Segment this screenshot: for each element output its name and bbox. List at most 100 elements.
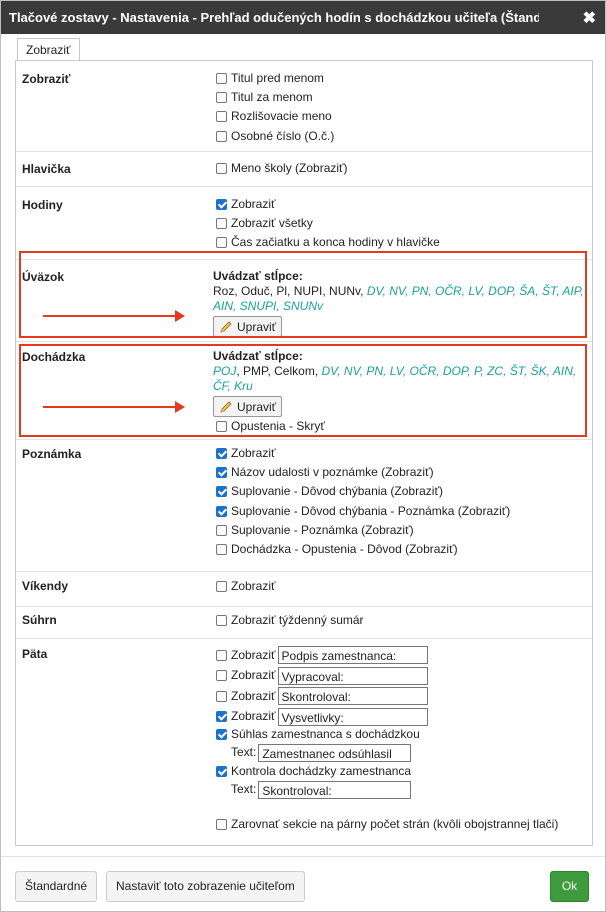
option-label: Názov udalosti v poznámke (Zobraziť): [231, 465, 434, 480]
checkbox-checked[interactable]: [216, 766, 227, 777]
section-vikendy: Víkendy Zobraziť: [16, 571, 592, 607]
option-row[interactable]: Zobraziť všetky: [216, 214, 440, 233]
option-label: Meno školy (Zobraziť): [231, 161, 348, 175]
checkbox-checked[interactable]: [216, 467, 227, 479]
tab-bar: Zobraziť: [17, 37, 80, 62]
checkbox[interactable]: [216, 581, 227, 593]
option-row[interactable]: Zobraziť: [216, 195, 440, 214]
text-input[interactable]: Podpis zamestnanca:: [277, 646, 428, 665]
highlight-box-uvazok: [19, 251, 587, 338]
checkbox-checked[interactable]: [216, 448, 227, 460]
option-label: Zobraziť: [231, 668, 276, 683]
option-row[interactable]: Kontrola dochádzky zamestnanca: [216, 764, 558, 779]
checkbox[interactable]: [216, 615, 227, 627]
dialog-footer: Štandardné Nastaviť toto zobrazenie učit…: [1, 856, 605, 912]
settings-dialog: Tlačové zostavy - Nastavenia - Prehľad o…: [0, 0, 606, 912]
checkbox[interactable]: [216, 92, 227, 104]
footer-field-row: Zobraziť Skontroloval:: [216, 686, 558, 707]
text-input[interactable]: Zamestnanec odsúhlasil: [258, 744, 412, 762]
option-row[interactable]: Súhlas zamestnanca s dochádzkou: [216, 727, 558, 742]
section-hodiny: Hodiny Zobraziť Zobraziť všetky Čas zači…: [16, 186, 592, 260]
option-row[interactable]: Meno školy (Zobraziť): [216, 159, 348, 178]
close-icon[interactable]: ✖: [583, 8, 596, 28]
checkbox[interactable]: [216, 111, 227, 123]
option-row[interactable]: Titul za menom: [216, 88, 334, 107]
option-label: Zobraziť týždenný sumár: [231, 613, 364, 627]
option-row[interactable]: Zobraziť: [216, 444, 510, 463]
option-label: Zobraziť: [231, 647, 276, 662]
checkbox[interactable]: [216, 237, 227, 249]
settings-panel: Zobraziť Titul pred menom Titul za menom…: [15, 60, 593, 846]
text-label: Text:: [231, 782, 257, 797]
checkbox[interactable]: [216, 218, 227, 230]
dialog-title: Tlačové zostavy - Nastavenia - Prehľad o…: [9, 10, 539, 25]
section-label: Súhrn: [22, 613, 57, 627]
option-label: Zobraziť: [231, 688, 276, 703]
section-label: Víkendy: [22, 579, 69, 593]
section-label: Hlavička: [22, 162, 71, 176]
text-row: Text: Zamestnanec odsúhlasil: [216, 742, 558, 764]
option-row[interactable]: Osobné číslo (O.č.): [216, 127, 334, 146]
highlight-box-dochadzka: [19, 344, 587, 437]
option-row[interactable]: Suplovanie - Dôvod chýbania (Zobraziť): [216, 482, 510, 501]
checkbox[interactable]: [216, 670, 227, 682]
checkbox[interactable]: [216, 690, 227, 702]
checkbox-checked[interactable]: [216, 486, 227, 498]
arrow-annotation: [43, 310, 185, 322]
section-pata: Päta Zobraziť Podpis zamestnanca: Zobrazi…: [16, 638, 592, 838]
option-label: Čas začiatku a konca hodiny v hlavičke: [231, 235, 440, 250]
text-input[interactable]: Vypracoval:: [277, 666, 428, 685]
option-label: Titul pred menom: [231, 71, 324, 85]
text-input[interactable]: Skontroloval:: [277, 687, 428, 706]
checkbox[interactable]: [216, 163, 227, 175]
dialog-titlebar: Tlačové zostavy - Nastavenia - Prehľad o…: [1, 1, 605, 34]
arrow-annotation: [43, 401, 185, 413]
checkbox[interactable]: [216, 130, 227, 142]
checkbox-checked[interactable]: [216, 729, 227, 740]
option-label: Titul za menom: [231, 90, 313, 105]
tab-zobrazit[interactable]: Zobraziť: [17, 38, 80, 62]
option-label: Dochádzka - Opustenia - Dôvod (Zobraziť): [231, 541, 458, 556]
option-row[interactable]: Zarovnať sekcie na párny počet strán (kv…: [216, 815, 558, 834]
section-poznamka: Poznámka Zobraziť Názov udalosti v pozná…: [16, 439, 592, 572]
option-label: Rozlišovacie meno: [231, 109, 332, 124]
section-label: Hodiny: [22, 198, 63, 212]
standard-button[interactable]: Štandardné: [15, 871, 98, 902]
checkbox[interactable]: [216, 73, 227, 85]
section-zobrazit: Zobraziť Titul pred menom Titul za menom…: [16, 61, 592, 152]
option-row[interactable]: Titul pred menom: [216, 69, 334, 88]
option-row[interactable]: Názov udalosti v poznámke (Zobraziť): [216, 463, 510, 482]
text-row: Text: Skontroloval:: [216, 779, 558, 801]
section-label: Zobraziť: [22, 72, 71, 86]
checkbox-checked[interactable]: [216, 505, 227, 517]
option-label: Kontrola dochádzky zamestnanca: [231, 763, 412, 778]
option-row[interactable]: Zobraziť: [216, 577, 276, 596]
checkbox-checked[interactable]: [216, 199, 227, 211]
checkbox[interactable]: [216, 819, 227, 831]
checkbox[interactable]: [216, 524, 227, 536]
option-row[interactable]: Zobraziť týždenný sumár: [216, 611, 364, 630]
footer-field-row: Zobraziť Vypracoval:: [216, 666, 558, 687]
option-row[interactable]: Rozlišovacie meno: [216, 107, 334, 126]
option-label: Suplovanie - Dôvod chýbania - Poznámka (…: [231, 503, 511, 518]
footer-field-row: Zobraziť Podpis zamestnanca:: [216, 645, 558, 666]
option-row[interactable]: Suplovanie - Dôvod chýbania - Poznámka (…: [216, 502, 510, 521]
checkbox[interactable]: [216, 649, 227, 661]
option-label: Osobné číslo (O.č.): [231, 128, 335, 143]
text-input[interactable]: Vysvetlivky:: [277, 707, 428, 726]
text-input[interactable]: Skontroloval:: [258, 781, 412, 799]
text-label: Text:: [231, 745, 257, 760]
option-row[interactable]: Suplovanie - Poznámka (Zobraziť): [216, 521, 510, 540]
option-label: Zobraziť: [231, 709, 276, 724]
option-row[interactable]: Dochádzka - Opustenia - Dôvod (Zobraziť): [216, 540, 510, 559]
section-hlavicka: Hlavička Meno školy (Zobraziť): [16, 151, 592, 187]
option-label: Zarovnať sekcie na párny počet strán (kv…: [231, 817, 559, 831]
checkbox-checked[interactable]: [216, 711, 227, 723]
section-label: Poznámka: [22, 447, 82, 461]
checkbox[interactable]: [216, 544, 227, 556]
option-row[interactable]: Čas začiatku a konca hodiny v hlavičke: [216, 233, 440, 252]
ok-button[interactable]: Ok: [550, 871, 589, 902]
set-for-teachers-button[interactable]: Nastaviť toto zobrazenie učiteľom: [106, 871, 305, 902]
option-label: Zobraziť: [231, 579, 276, 593]
option-label: Zobraziť všetky: [231, 216, 313, 231]
